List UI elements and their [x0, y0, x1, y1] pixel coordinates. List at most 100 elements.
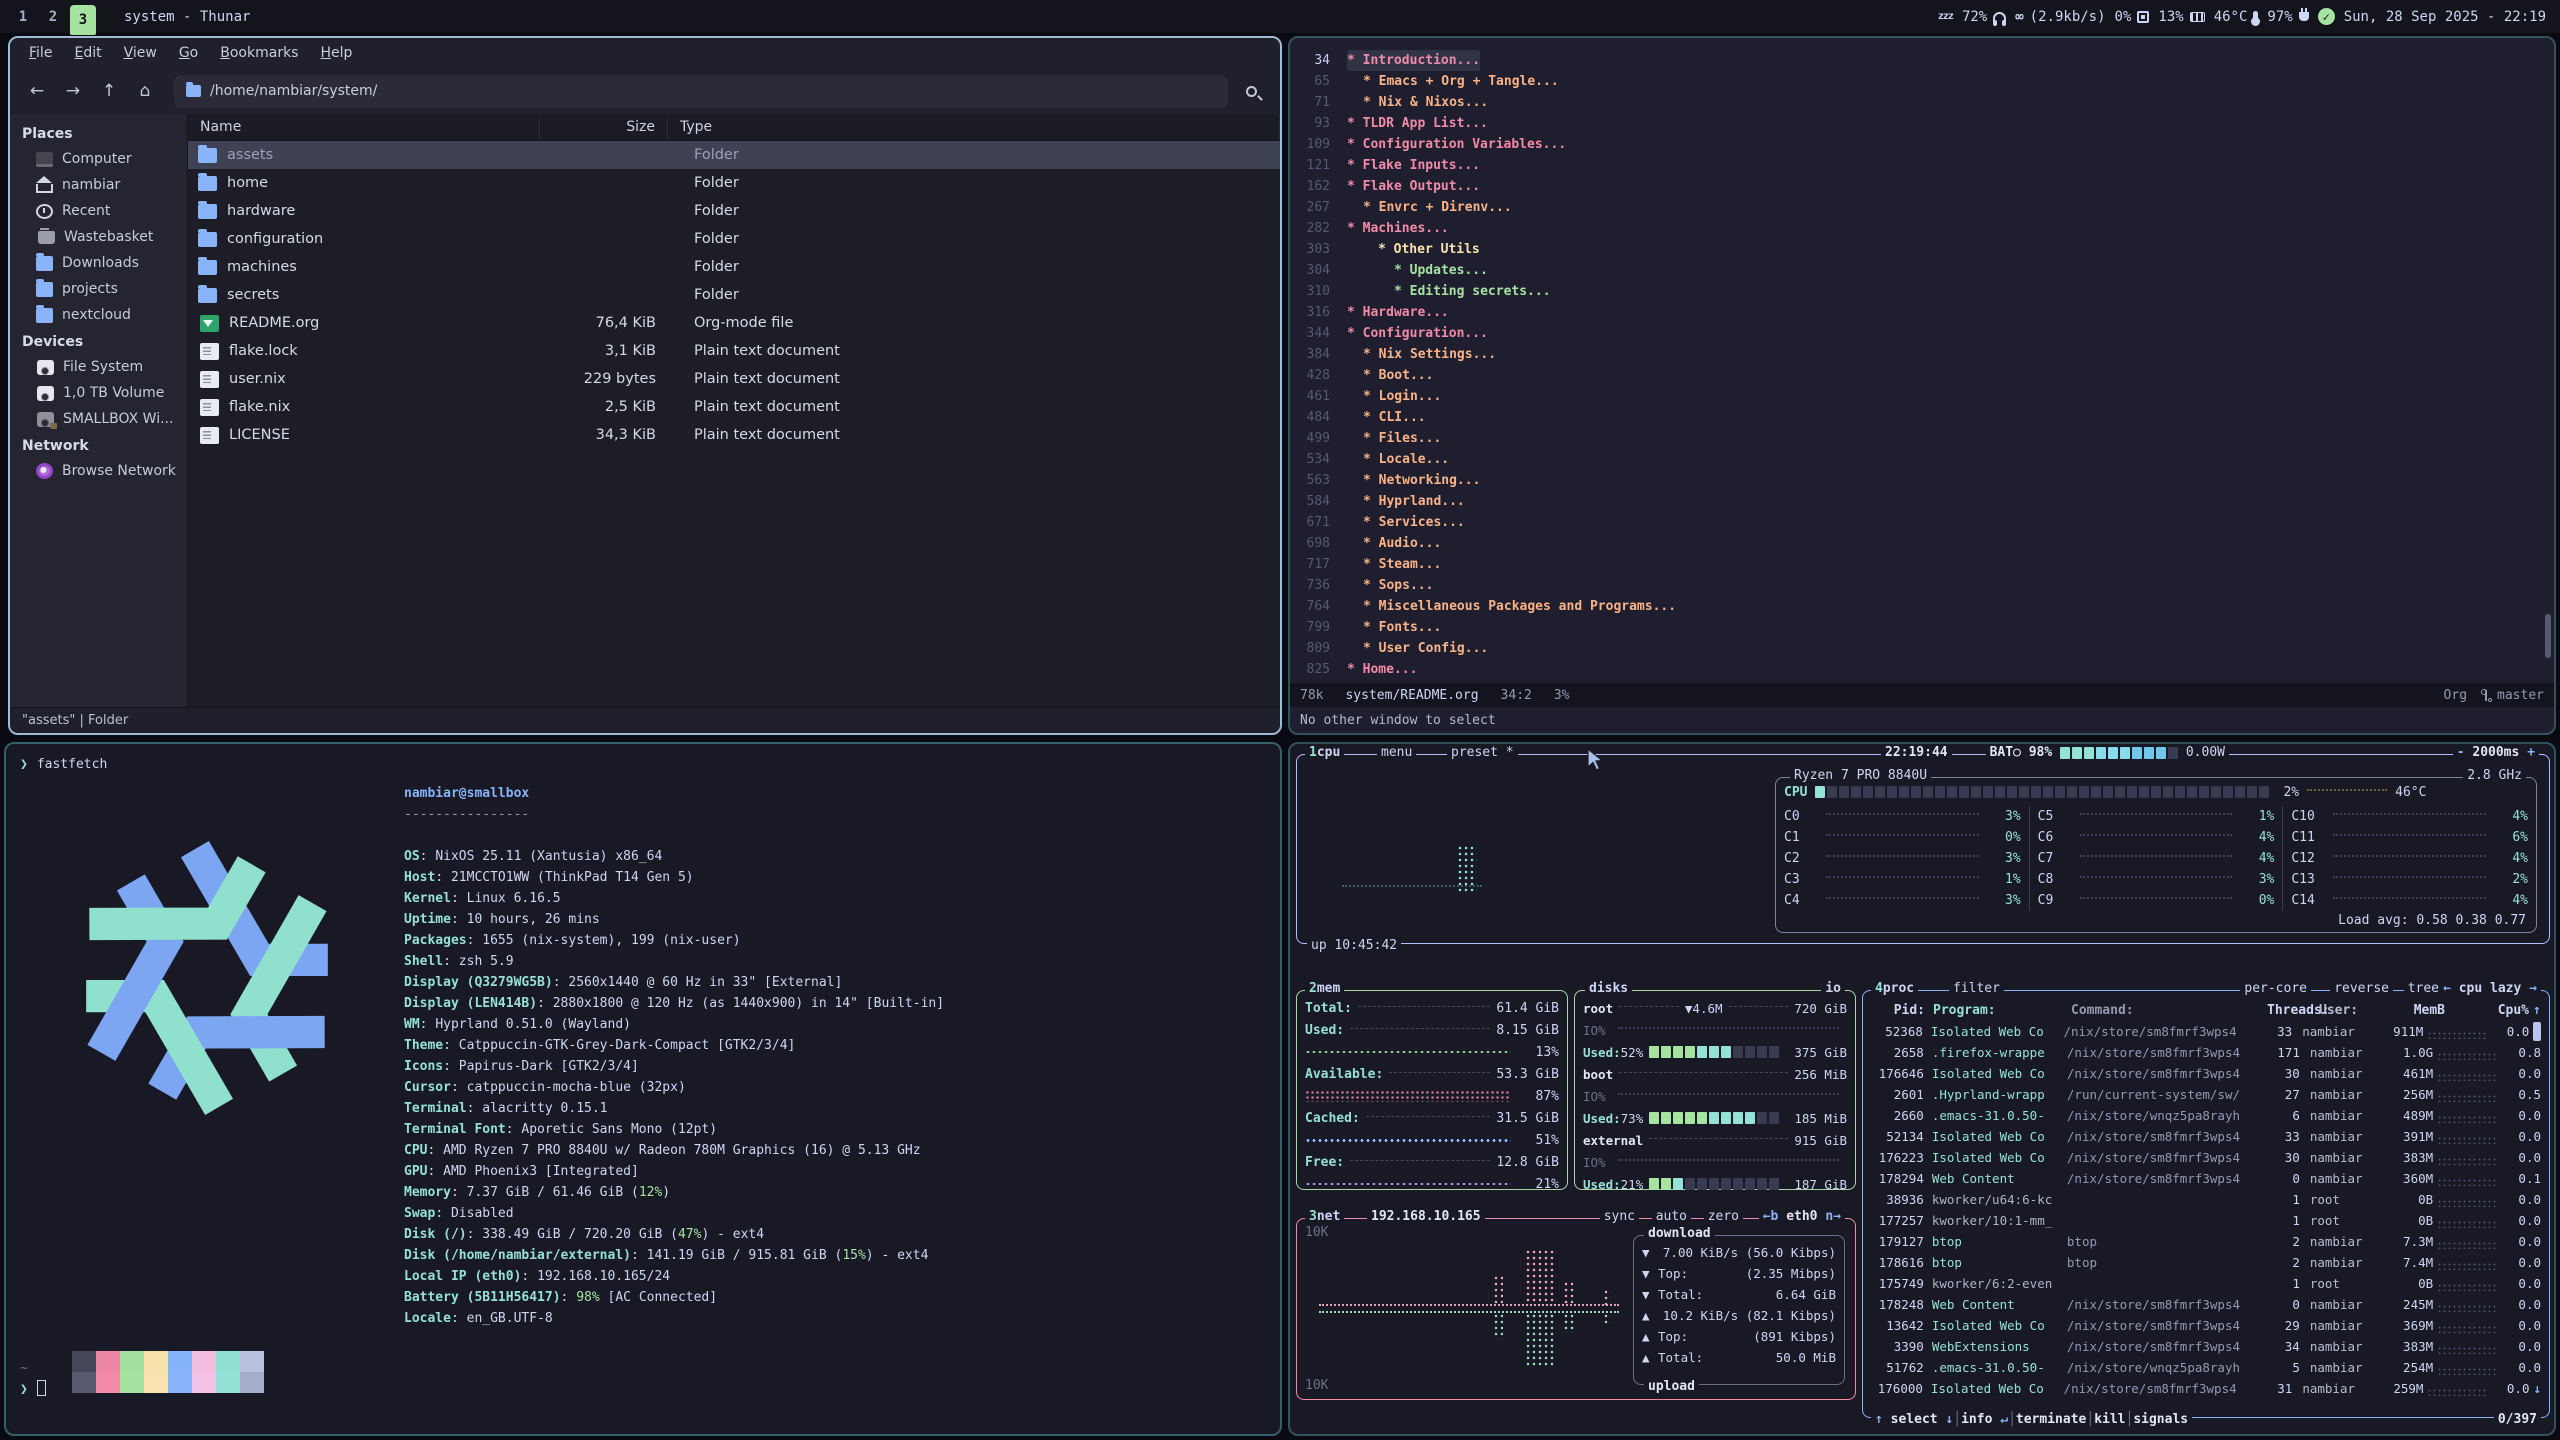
org-heading-line[interactable]: 384* Nix Settings...: [1290, 344, 2554, 365]
proc-row-176646[interactable]: 176646Isolated Web Co/nix/store/sm8fmrf3…: [1863, 1063, 2549, 1084]
menu-view[interactable]: View: [115, 42, 166, 64]
org-heading-line[interactable]: 65* Emacs + Org + Tangle...: [1290, 71, 2554, 92]
proc-scrollbar-thumb[interactable]: [2533, 1022, 2541, 1041]
workspace-button-2[interactable]: 2: [40, 5, 66, 29]
proc-row-178294[interactable]: 178294Web Content/nix/store/sm8fmrf3wps4…: [1863, 1168, 2549, 1189]
proc-row-2658[interactable]: 2658.firefox-wrappe/nix/store/sm8fmrf3wp…: [1863, 1042, 2549, 1063]
sidebar-item-computer[interactable]: Computer: [10, 146, 187, 172]
menu-edit[interactable]: Edit: [65, 42, 110, 64]
proc-header-user[interactable]: User:: [2309, 1003, 2393, 1018]
proc-header-cpu[interactable]: Cpu%: [2445, 1003, 2529, 1018]
file-row-secrets[interactable]: secretsFolder: [188, 281, 1280, 309]
proc-table-header[interactable]: Pid:Program:Command:Threads:User:MemBCpu…: [1863, 999, 2549, 1021]
file-row-assets[interactable]: assetsFolder: [188, 141, 1280, 169]
proc-filter-button[interactable]: filter: [1949, 981, 2004, 996]
preset-button[interactable]: preset *: [1447, 745, 1518, 760]
proc-sort-selector[interactable]: ← cpu lazy →: [2439, 981, 2541, 996]
forward-button[interactable]: →: [58, 76, 88, 106]
legend-action-terminate[interactable]: terminate: [2016, 1412, 2086, 1427]
org-heading-line[interactable]: 809* User Config...: [1290, 638, 2554, 659]
file-row-license[interactable]: LICENSE34,3 KiBPlain text document: [188, 421, 1280, 449]
file-row-home[interactable]: homeFolder: [188, 169, 1280, 197]
proc-row-3390[interactable]: 3390WebExtensions/nix/store/sm8fmrf3wps4…: [1863, 1336, 2549, 1357]
org-heading-line[interactable]: 162* Flake Output...: [1290, 176, 2554, 197]
org-heading-line[interactable]: 428* Boot...: [1290, 365, 2554, 386]
back-button[interactable]: ←: [22, 76, 52, 106]
proc-header-command[interactable]: Command:: [2071, 1003, 2267, 1018]
menu-bookmarks[interactable]: Bookmarks: [211, 42, 307, 64]
org-heading-line[interactable]: 499* Files...: [1290, 428, 2554, 449]
sidebar-item-projects[interactable]: projects: [10, 276, 187, 302]
file-row-readme-org[interactable]: README.org76,4 KiBOrg-mode file: [188, 309, 1280, 337]
search-button[interactable]: [1234, 75, 1268, 108]
sidebar-item-wastebasket[interactable]: Wastebasket: [10, 224, 187, 250]
org-heading-line[interactable]: 717* Steam...: [1290, 554, 2554, 575]
org-heading-line[interactable]: 671* Services...: [1290, 512, 2554, 533]
column-header-name[interactable]: Name: [188, 114, 540, 140]
org-heading-line[interactable]: 34* Introduction...: [1290, 50, 2554, 71]
org-heading-line[interactable]: 736* Sops...: [1290, 575, 2554, 596]
proc-row-13642[interactable]: 13642Isolated Web Co/nix/store/sm8fmrf3w…: [1863, 1315, 2549, 1336]
sidebar-item-file-system[interactable]: File System: [10, 354, 187, 380]
proc-row-52134[interactable]: 52134Isolated Web Co/nix/store/sm8fmrf3w…: [1863, 1126, 2549, 1147]
proc-row-176000[interactable]: 176000Isolated Web Co/nix/store/sm8fmrf3…: [1863, 1378, 2549, 1399]
org-heading-line[interactable]: 303* Other Utils: [1290, 239, 2554, 260]
proc-row-179127[interactable]: 179127btopbtop2nambiar7.3M0.0: [1863, 1231, 2549, 1252]
org-heading-line[interactable]: 534* Locale...: [1290, 449, 2554, 470]
sidebar-item-recent[interactable]: Recent: [10, 198, 187, 224]
org-heading-line[interactable]: 344* Configuration...: [1290, 323, 2554, 344]
org-heading-line[interactable]: 563* Networking...: [1290, 470, 2554, 491]
sidebar-item-nextcloud[interactable]: nextcloud: [10, 302, 187, 328]
org-heading-line[interactable]: 71* Nix & Nixos...: [1290, 92, 2554, 113]
proc-row-175749[interactable]: 175749kworker/6:2-even1root0B0.0: [1863, 1273, 2549, 1294]
proc-row-177257[interactable]: 177257kworker/10:1-mm_1root0B0.0: [1863, 1210, 2549, 1231]
sidebar-item-browse-network[interactable]: Browse Network: [10, 458, 187, 484]
sidebar-item-nambiar[interactable]: nambiar: [10, 172, 187, 198]
proc-header-program[interactable]: Program:: [1933, 1003, 2071, 1018]
legend-action-kill[interactable]: kill: [2094, 1412, 2125, 1427]
org-heading-line[interactable]: 121* Flake Inputs...: [1290, 155, 2554, 176]
io-mode-toggle[interactable]: io: [1825, 981, 1841, 996]
workspace-button-3[interactable]: 3: [70, 5, 96, 35]
home-button[interactable]: ⌂: [130, 76, 160, 106]
org-heading-line[interactable]: 267* Envrc + Direnv...: [1290, 197, 2554, 218]
org-heading-line[interactable]: 799* Fonts...: [1290, 617, 2554, 638]
proc-header-pid[interactable]: Pid:: [1871, 1003, 1933, 1018]
emacs-scrollbar[interactable]: [2545, 614, 2551, 658]
legend-action-info[interactable]: info: [1961, 1412, 1992, 1427]
interval-increase[interactable]: +: [2527, 745, 2535, 760]
legend-action-select[interactable]: select: [1891, 1412, 1938, 1427]
menu-button[interactable]: menu: [1377, 745, 1416, 760]
proc-row-178616[interactable]: 178616btopbtop2nambiar7.4M0.0: [1863, 1252, 2549, 1273]
proc-row-178248[interactable]: 178248Web Content/nix/store/sm8fmrf3wps4…: [1863, 1294, 2549, 1315]
org-heading-line[interactable]: 282* Machines...: [1290, 218, 2554, 239]
proc-percore-toggle[interactable]: per-core: [2240, 981, 2311, 996]
proc-row-52368[interactable]: 52368Isolated Web Co/nix/store/sm8fmrf3w…: [1863, 1021, 2549, 1042]
up-button[interactable]: ↑: [94, 76, 124, 106]
org-heading-line[interactable]: 461* Login...: [1290, 386, 2554, 407]
org-heading-line[interactable]: 316* Hardware...: [1290, 302, 2554, 323]
org-heading-line[interactable]: 584* Hyprland...: [1290, 491, 2554, 512]
file-row-configuration[interactable]: configurationFolder: [188, 225, 1280, 253]
org-heading-line[interactable]: 484* CLI...: [1290, 407, 2554, 428]
column-header-type[interactable]: Type: [668, 114, 1280, 140]
org-heading-line[interactable]: 93* TLDR App List...: [1290, 113, 2554, 134]
legend-action-signals[interactable]: signals: [2133, 1412, 2188, 1427]
org-heading-line[interactable]: 764* Miscellaneous Packages and Programs…: [1290, 596, 2554, 617]
proc-tree-toggle[interactable]: tree: [2404, 981, 2443, 996]
column-header-size[interactable]: Size: [540, 114, 668, 140]
proc-row-51762[interactable]: 51762.emacs-31.0.50-/nix/store/wnqz5pa8r…: [1863, 1357, 2549, 1378]
sidebar-item-downloads[interactable]: Downloads: [10, 250, 187, 276]
proc-header-threads[interactable]: Threads:: [2267, 1003, 2309, 1018]
org-heading-line[interactable]: 304* Updates...: [1290, 260, 2554, 281]
menu-file[interactable]: File: [20, 42, 61, 64]
proc-row-38936[interactable]: 38936kworker/u64:6-kc1root0B0.0: [1863, 1189, 2549, 1210]
org-buffer[interactable]: 34* Introduction...65* Emacs + Org + Tan…: [1290, 38, 2554, 683]
menu-help[interactable]: Help: [311, 42, 361, 64]
org-heading-line[interactable]: 698* Audio...: [1290, 533, 2554, 554]
file-row-machines[interactable]: machinesFolder: [188, 253, 1280, 281]
interval-decrease[interactable]: -: [2457, 745, 2465, 760]
proc-row-2660[interactable]: 2660.emacs-31.0.50-/nix/store/wnqz5pa8ra…: [1863, 1105, 2549, 1126]
org-heading-line[interactable]: 109* Configuration Variables...: [1290, 134, 2554, 155]
file-row-hardware[interactable]: hardwareFolder: [188, 197, 1280, 225]
